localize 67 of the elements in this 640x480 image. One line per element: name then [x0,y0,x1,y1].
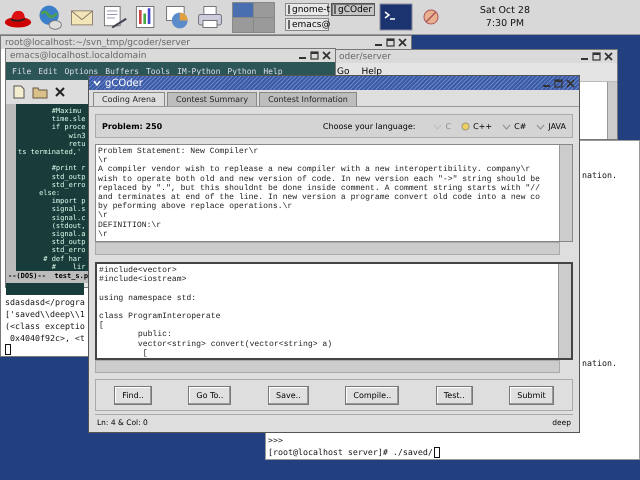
window-title: emacs@localhost.localdomain [10,50,148,60]
language-radio[interactable]: C++ [461,122,492,130]
scrollbar[interactable] [559,145,572,241]
horizontal-scrollbar[interactable] [95,242,560,255]
action-button[interactable]: Find.. [114,386,152,404]
taskbar-button[interactable]: emacs@ [285,18,329,31]
action-button[interactable]: Submit [509,386,554,404]
scrollbar[interactable] [558,264,571,358]
menu-item[interactable]: IM-Python [177,66,220,76]
terminal-line: 0x4040f92c>, <t [8,332,85,344]
problem-label: Problem: 250 [102,122,162,130]
folder-icon[interactable] [32,85,48,99]
clock-date: Sat Oct 28 [480,4,530,17]
terminal-line: >>> [268,434,283,446]
terminal-line: ['saved\\deep\\1 [5,308,85,320]
scrollbar[interactable] [607,82,617,139]
menu-item[interactable]: Tools [146,66,170,76]
no-entry-icon[interactable] [423,9,439,25]
new-file-icon[interactable] [12,85,26,99]
close-icon[interactable] [604,52,613,61]
close-icon[interactable] [54,86,66,98]
tab[interactable]: Contest Information [259,92,357,106]
window-title: gCOder [105,78,144,88]
language-radio[interactable]: C# [502,122,526,130]
horizontal-scrollbar[interactable] [95,360,560,373]
menu-item[interactable]: Options [64,66,98,76]
terminal-line: (<class exceptio [5,320,85,332]
maximize-icon[interactable] [592,52,601,61]
window-menu-icon[interactable] [93,79,101,87]
menu-item[interactable]: Buffers [105,66,139,76]
maximize-icon[interactable] [386,38,395,47]
workspace-switcher[interactable] [232,2,275,32]
terminal-line: sdasdasd</progra [5,296,85,308]
text-cursor [5,344,11,355]
terminal-line: nation. [582,357,617,369]
maximize-icon[interactable] [310,51,319,60]
menu-item[interactable]: Help [361,67,382,77]
menu-item[interactable]: Go [337,67,350,77]
radio-indicator-icon[interactable] [461,122,470,130]
minibuffer[interactable] [6,283,84,296]
clock-time: 7:30 PM [486,17,524,30]
taskbar-button[interactable]: gCOder [331,3,375,16]
terminal-icon[interactable] [379,3,413,31]
tab[interactable]: Contest Summary [166,92,258,106]
language-radio[interactable]: JAVA [536,122,566,130]
terminal-line: nation. [582,169,617,181]
terminal-line: [root@localhost server]# ./saved/ [268,446,433,458]
tab[interactable]: Coding Arena [93,92,165,106]
scrollbar[interactable] [6,104,16,272]
action-button[interactable]: Compile.. [345,386,400,404]
problem-statement-text: Problem Statement: New Compiler\r \r A compiler vendor wish to replease a new compiler with a new interopertibility. company\r wish to operate both old and new version of code. In new version each "->" string should be replaced by ".", but this shouldnt be done inside comment. A comment string starts with "// and terminates at end of the line. In new version a programe convert old code into a new co by peforming above replace operations.\r \r DEFINITION:\r \r [97,146,541,241]
taskbar-button[interactable]: gnome-t [285,3,329,16]
close-icon[interactable] [398,38,407,47]
window-title: oder/server [339,52,392,62]
action-button[interactable]: Test.. [436,386,473,404]
language-label: Choose your language: [322,122,416,130]
window-title: root@localhost:~/svn_tmp/gcoder/server [5,38,191,48]
action-button[interactable]: Save.. [268,386,309,404]
close-icon[interactable] [322,51,331,60]
menu-item[interactable]: Python [227,66,256,76]
printer-icon[interactable] [196,3,224,31]
menu-item[interactable]: Help [263,66,283,76]
action-button[interactable]: Go To.. [188,386,232,404]
menu-item[interactable]: Edit [38,66,58,76]
menu-item[interactable]: File [12,66,32,76]
clock[interactable]: Sat Oct 28 7:30 PM [480,4,530,30]
text-cursor [434,446,440,458]
